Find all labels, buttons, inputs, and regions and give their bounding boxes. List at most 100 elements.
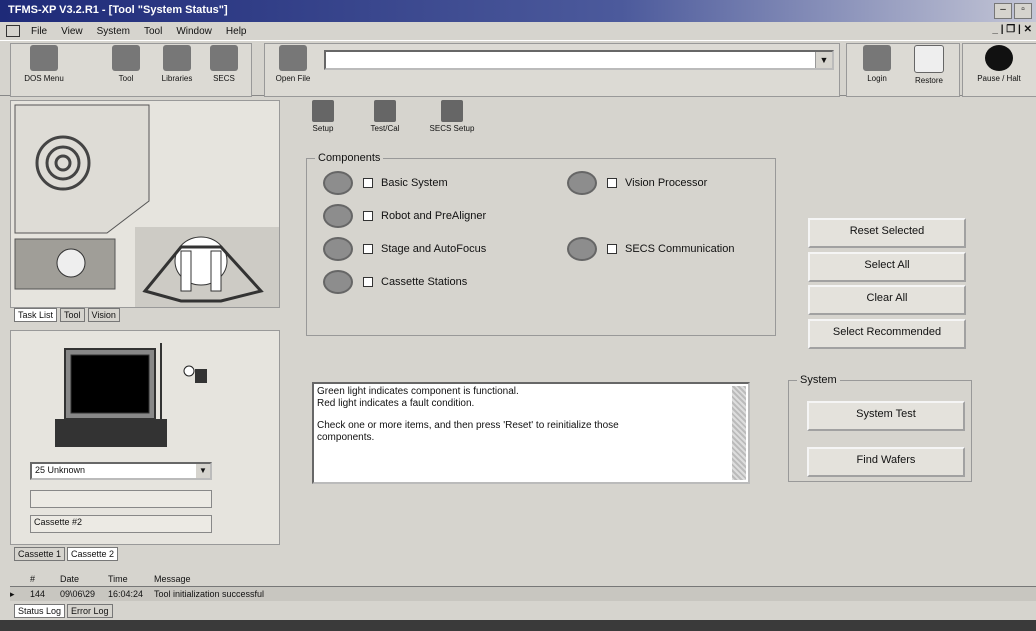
- components-group: Components Basic System Vision Processor…: [306, 152, 776, 336]
- dos-menu-label: DOS Menu: [24, 74, 64, 83]
- components-title: Components: [315, 152, 384, 164]
- libraries-label: Libraries: [161, 74, 193, 83]
- chevron-down-icon[interactable]: ▼: [815, 52, 832, 68]
- find-wafers-button[interactable]: Find Wafers: [807, 447, 965, 477]
- test-cal-icon: [374, 100, 396, 122]
- secs-setup-button[interactable]: SECS Setup: [424, 100, 480, 133]
- clear-all-button[interactable]: Clear All: [808, 285, 966, 315]
- app-icon: [6, 25, 20, 37]
- login-icon: [863, 45, 891, 71]
- checkbox[interactable]: [607, 178, 617, 188]
- restore-button[interactable]: Restore: [904, 45, 954, 93]
- tool-button[interactable]: Tool: [104, 45, 148, 93]
- checkbox[interactable]: [607, 244, 617, 254]
- secs-setup-icon: [441, 100, 463, 122]
- folder-icon: [279, 45, 307, 71]
- tool-icon: [112, 45, 140, 71]
- tab-error-log[interactable]: Error Log: [67, 604, 113, 618]
- test-cal-label: Test/Cal: [370, 124, 400, 133]
- component-secs-communication[interactable]: SECS Communication: [567, 237, 734, 261]
- secs-label: SECS: [213, 74, 235, 83]
- menu-help[interactable]: Help: [223, 25, 250, 38]
- checkbox[interactable]: [363, 277, 373, 287]
- component-vision-processor[interactable]: Vision Processor: [567, 171, 707, 195]
- menu-system[interactable]: System: [94, 25, 133, 38]
- subtoolbar: Setup Test/Cal SECS Setup: [292, 100, 492, 142]
- tool-label: Tool: [118, 74, 134, 83]
- setup-label: Setup: [312, 124, 334, 133]
- tab-cassette-1[interactable]: Cassette 1: [14, 547, 66, 561]
- libraries-icon: [163, 45, 191, 71]
- pause-halt-label: Pause / Halt: [977, 74, 1021, 83]
- menu-view[interactable]: View: [58, 25, 86, 38]
- tab-vision[interactable]: Vision: [87, 308, 120, 322]
- menu-window[interactable]: Window: [173, 25, 215, 38]
- file-path-combo[interactable]: ▼: [324, 50, 834, 70]
- test-cal-button[interactable]: Test/Cal: [362, 100, 408, 133]
- dos-menu-button[interactable]: DOS Menu: [14, 45, 74, 93]
- message-line-1: Green light indicates component is funct…: [317, 386, 519, 397]
- cassette-status-field: [30, 490, 212, 508]
- tab-tool[interactable]: Tool: [60, 308, 85, 322]
- info-message-box: Green light indicates component is funct…: [312, 382, 750, 484]
- status-log-grid: # Date Time Message ▸ 144 09\06\29 16:04…: [10, 572, 1036, 601]
- component-basic-system[interactable]: Basic System: [323, 171, 448, 195]
- secs-icon: [210, 45, 238, 71]
- select-recommended-button[interactable]: Select Recommended: [808, 319, 966, 349]
- menu-bar: File View System Tool Window Help: [0, 22, 1036, 40]
- tool-view-panel: [10, 100, 280, 308]
- tab-task-list[interactable]: Task List: [14, 308, 58, 322]
- cassette-name-field: Cassette #2: [30, 515, 212, 533]
- table-row[interactable]: ▸ 144 09\06\29 16:04:24 Tool initializat…: [10, 587, 1036, 601]
- login-button[interactable]: Login: [852, 45, 902, 93]
- component-stage-autofocus[interactable]: Stage and AutoFocus: [323, 237, 486, 261]
- dos-menu-icon: [30, 45, 58, 71]
- setup-button[interactable]: Setup: [300, 100, 346, 133]
- component-cassette-stations[interactable]: Cassette Stations: [323, 270, 467, 294]
- window-title: TFMS-XP V3.2.R1 - [Tool "System Status"]: [8, 4, 228, 16]
- cassette-tabs: Cassette 1 Cassette 2: [14, 547, 119, 561]
- cassette-select[interactable]: 25 Unknown ▼: [30, 462, 212, 480]
- log-header: # Date Time Message: [10, 572, 1036, 587]
- secs-button[interactable]: SECS: [202, 45, 246, 93]
- chuck-outline: [14, 104, 150, 234]
- stop-sign-icon: [985, 45, 1013, 71]
- system-title: System: [797, 374, 840, 386]
- status-light-icon: [323, 204, 353, 228]
- mdi-controls[interactable]: _ | ❐ | ✕: [992, 24, 1032, 35]
- system-group: System System Test Find Wafers: [788, 374, 972, 482]
- open-file-label: Open File: [275, 74, 311, 83]
- checkbox[interactable]: [363, 178, 373, 188]
- system-test-button[interactable]: System Test: [807, 401, 965, 431]
- restore-window-button[interactable]: ▫: [1014, 3, 1032, 19]
- open-file-button[interactable]: Open File: [268, 45, 318, 93]
- cassette-diagram: [55, 343, 207, 447]
- restore-label: Restore: [914, 76, 943, 85]
- window-controls: – ▫: [994, 3, 1032, 19]
- libraries-button[interactable]: Libraries: [152, 45, 202, 93]
- status-light-icon: [323, 237, 353, 261]
- message-line-4: components.: [317, 432, 375, 443]
- pause-halt-button[interactable]: Pause / Halt: [966, 45, 1032, 93]
- component-robot-prealigner[interactable]: Robot and PreAligner: [323, 204, 486, 228]
- restore-icon: [914, 45, 944, 73]
- lock-icon: [183, 365, 195, 377]
- checkbox[interactable]: [363, 211, 373, 221]
- row-pointer-icon: ▸: [10, 588, 15, 599]
- checkbox[interactable]: [363, 244, 373, 254]
- menu-file[interactable]: File: [28, 25, 50, 38]
- reset-selected-button[interactable]: Reset Selected: [808, 218, 966, 248]
- setup-icon: [312, 100, 334, 122]
- login-label: Login: [867, 74, 887, 83]
- chevron-down-icon[interactable]: ▼: [196, 464, 210, 478]
- menu-tool[interactable]: Tool: [141, 25, 165, 38]
- cassette-select-value: 25 Unknown: [35, 465, 86, 475]
- minimize-button[interactable]: –: [994, 3, 1012, 19]
- status-light-icon: [323, 171, 353, 195]
- tab-status-log[interactable]: Status Log: [14, 604, 66, 618]
- select-all-button[interactable]: Select All: [808, 252, 966, 282]
- message-scrollbar[interactable]: [732, 386, 746, 480]
- message-line-3: Check one or more items, and then press …: [317, 420, 619, 431]
- tab-cassette-2[interactable]: Cassette 2: [67, 547, 119, 561]
- status-light-icon: [567, 171, 597, 195]
